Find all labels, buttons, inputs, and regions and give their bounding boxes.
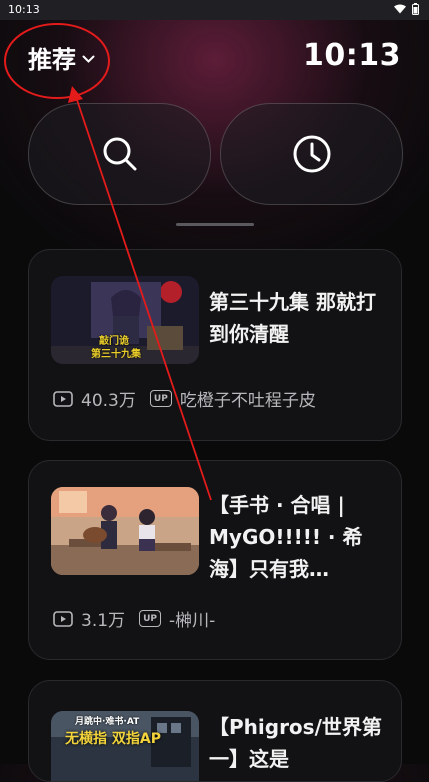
uploader-icon: UP (149, 390, 172, 407)
search-button[interactable] (28, 103, 211, 205)
video-meta: 40.3万 UP 吃橙子不吐程子皮 (53, 386, 316, 411)
search-icon (103, 137, 136, 171)
status-time: 10:13 (8, 3, 40, 16)
chevron-down-icon (82, 55, 95, 63)
thumbnail-art (51, 487, 199, 575)
category-label: 推荐 (28, 46, 76, 74)
video-title: 【Phigros/世界第一】这是 (209, 715, 382, 771)
view-count: 40.3万 (81, 391, 136, 411)
uploader-name: 吃橙子不吐程子皮 (179, 391, 316, 411)
video-title: 第三十九集 那就打到你清醒 (209, 290, 376, 346)
play-count-icon (53, 610, 73, 627)
thumbnail-caption-2: 第三十九集 (91, 349, 141, 360)
video-thumbnail: 月跳中·难书·AT 无横指 双指AP (51, 711, 199, 781)
video-title: 【手书 · 合唱 | MyGO!!!!! · 希海】只有我… (209, 493, 363, 581)
top-bar: 推荐 10:13 (0, 36, 429, 80)
uploader-name: -榊川- (169, 611, 216, 631)
status-bar: 10:13 (0, 0, 429, 20)
play-count-icon (53, 390, 73, 407)
wifi-icon (394, 4, 406, 14)
thumbnail-caption-2: 无横指 双指AP (65, 731, 161, 747)
battery-icon (412, 3, 419, 15)
clock-icon (293, 135, 330, 173)
annotation-arrow-head (68, 86, 83, 103)
video-meta: 3.1万 UP -榊川- (53, 606, 215, 631)
video-thumbnail: 敲门诡 第三十九集 (51, 276, 199, 364)
video-card[interactable]: 【手书 · 合唱 | MyGO!!!!! · 希海】只有我… 3.1万 UP -… (28, 460, 402, 660)
view-count: 3.1万 (81, 611, 126, 631)
clock-display: 10:13 (303, 38, 401, 73)
video-card[interactable]: 月跳中·难书·AT 无横指 双指AP 【Phigros/世界第一】这是 (28, 680, 402, 782)
category-dropdown[interactable]: 推荐 (28, 40, 95, 75)
drag-handle[interactable] (176, 223, 254, 226)
uploader-icon: UP (139, 610, 162, 627)
history-button[interactable] (220, 103, 403, 205)
video-card[interactable]: 敲门诡 第三十九集 第三十九集 那就打到你清醒 40.3万 UP 吃橙子不吐程子… (28, 249, 402, 441)
thumbnail-caption-1: 月跳中·难书·AT (75, 717, 140, 727)
video-thumbnail (51, 487, 199, 575)
status-icons (394, 3, 419, 15)
